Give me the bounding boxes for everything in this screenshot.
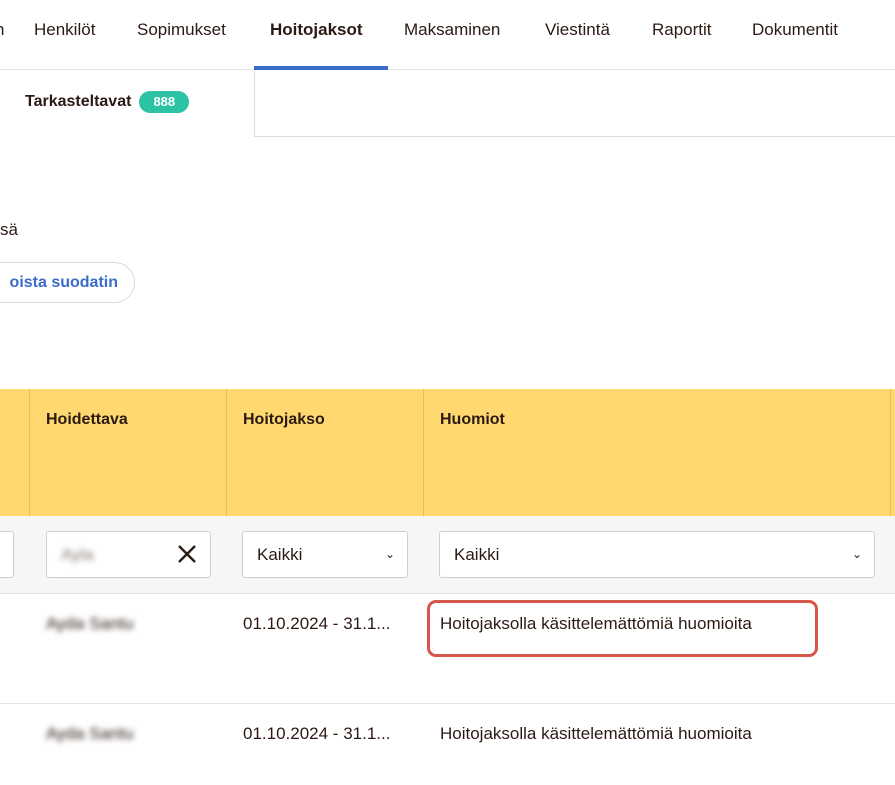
table-row[interactable]: Ayda Santu 01.10.2024 - 31.1... Hoitojak… (0, 704, 895, 785)
tab-tarkasteltavat-label: Tarkasteltavat (25, 93, 132, 110)
cell-huomiot: Hoitojaksolla käsittelemättömiä huomioit… (440, 724, 752, 743)
count-badge: 888 (139, 91, 190, 113)
cell-hoidettava: Ayda Santu (46, 614, 134, 633)
top-nav: n Henkilöt Sopimukset Hoitojaksot Maksam… (0, 0, 895, 70)
nav-item-hoitojaksot[interactable]: Hoitojaksot (270, 0, 363, 70)
hoitojakso-filter-select[interactable]: Kaikki ⌄ (242, 531, 408, 578)
filter-summary-text: sä (0, 220, 18, 239)
cell-hoidettava: Ayda Santu (46, 724, 134, 743)
huomiot-filter-select[interactable]: Kaikki ⌄ (439, 531, 875, 578)
nav-item-raportit[interactable]: Raportit (652, 0, 712, 70)
tab-panel (254, 70, 895, 137)
nav-item-maksaminen[interactable]: Maksaminen (404, 0, 500, 70)
clear-filter-button[interactable]: oista suodatin (0, 262, 135, 303)
column-header-huomiot[interactable]: Huomiot (423, 389, 891, 516)
clear-filter-label: oista suodatin (9, 273, 118, 291)
column-header-hoidettava[interactable]: Hoidettava (29, 389, 227, 516)
filter-input-cut[interactable] (0, 531, 14, 578)
column-header-hoitojakso[interactable]: Hoitojakso (226, 389, 424, 516)
table-filter-row: Ayla Kaikki ⌄ Kaikki ⌄ (0, 516, 895, 594)
nav-item-viestinta[interactable]: Viestintä (545, 0, 610, 70)
tab-tarkasteltavat[interactable]: Tarkasteltavat 888 (25, 90, 190, 114)
nav-item-henkilot[interactable]: Henkilöt (34, 0, 95, 70)
highlight-outline (427, 600, 818, 657)
hoidettava-filter-input[interactable]: Ayla (46, 531, 211, 578)
cell-hoitojakso: 01.10.2024 - 31.1... (243, 614, 391, 633)
huomiot-filter-value: Kaikki (454, 545, 500, 564)
nav-item-sopimukset[interactable]: Sopimukset (137, 0, 226, 70)
cell-hoitojakso: 01.10.2024 - 31.1... (243, 724, 391, 743)
column-divider (890, 389, 891, 516)
nav-item-cut[interactable]: n (0, 0, 4, 70)
table-header: Hoidettava Hoitojakso Huomiot (0, 389, 895, 516)
chevron-down-icon: ⌄ (851, 547, 862, 561)
nav-item-dokumentit[interactable]: Dokumentit (752, 0, 838, 70)
close-icon[interactable] (174, 541, 200, 567)
hoitojakso-filter-value: Kaikki (257, 545, 303, 564)
hoidettava-filter-value: Ayla (61, 545, 94, 564)
chevron-down-icon: ⌄ (384, 547, 395, 561)
